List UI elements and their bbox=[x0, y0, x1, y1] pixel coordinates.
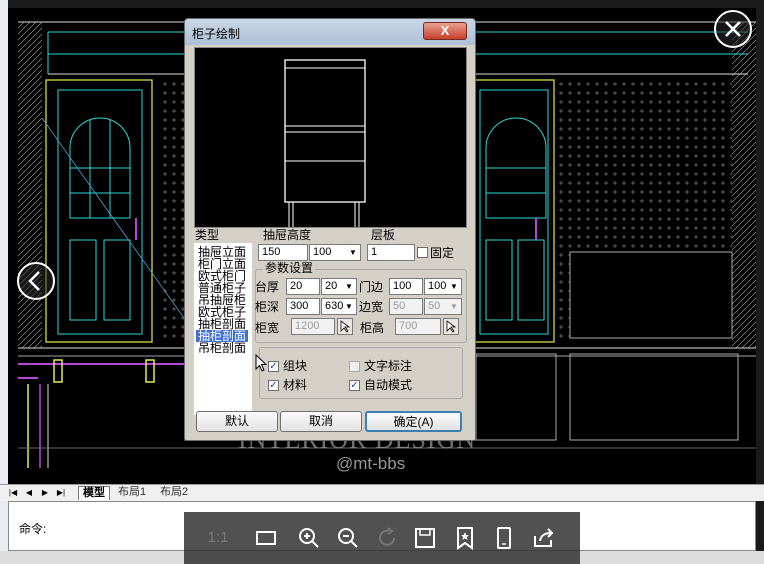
base-thickness-combo[interactable]: 20 ▼ bbox=[321, 278, 357, 295]
viewer-prev-button[interactable] bbox=[17, 262, 55, 300]
door-edge-input[interactable]: 100 bbox=[389, 278, 423, 295]
actual-size-button[interactable]: 1:1 bbox=[202, 526, 234, 550]
edge-width-input[interactable]: 50 bbox=[389, 298, 423, 315]
cabinet-height-input[interactable]: 700 bbox=[395, 318, 441, 335]
zoom-in-icon bbox=[299, 528, 319, 548]
bookmark-star-icon bbox=[457, 527, 473, 550]
zoom-out-icon bbox=[338, 528, 358, 548]
wall-hatch-right bbox=[732, 22, 756, 348]
list-item[interactable]: 吊柜剖面 bbox=[198, 342, 246, 354]
combo-value: 50 bbox=[428, 300, 441, 312]
edge-width-combo[interactable]: 50 ▼ bbox=[424, 298, 462, 315]
dialog-close-button[interactable]: X bbox=[423, 22, 467, 40]
type-label: 类型 bbox=[195, 228, 220, 242]
zoom-out-button[interactable] bbox=[336, 526, 360, 550]
cabinet-height-label: 柜高 bbox=[360, 321, 385, 335]
share-button[interactable] bbox=[532, 526, 556, 550]
material-checkbox[interactable]: ✓ bbox=[268, 380, 279, 391]
cabinet-depth-combo[interactable]: 630 ▼ bbox=[321, 298, 357, 315]
tab-layout1[interactable]: 布局1 bbox=[114, 486, 150, 499]
dialog-titlebar[interactable]: 柜子绘制 X bbox=[185, 19, 475, 45]
drawer-height-label: 抽屉高度 bbox=[263, 228, 312, 242]
save-button[interactable] bbox=[413, 526, 437, 550]
share-icon bbox=[534, 528, 554, 547]
rotate-button[interactable] bbox=[375, 526, 399, 550]
last-tab-icon[interactable]: ▶| bbox=[56, 487, 66, 498]
save-icon bbox=[415, 528, 435, 548]
fixed-checkbox[interactable] bbox=[417, 247, 428, 258]
cabinet-width-label: 柜宽 bbox=[255, 321, 280, 335]
first-tab-icon[interactable]: |◀ bbox=[8, 487, 18, 498]
viewer-close-button[interactable] bbox=[714, 10, 752, 48]
ok-button[interactable]: 确定(A) bbox=[365, 411, 462, 432]
phone-button[interactable] bbox=[492, 526, 516, 550]
combo-value: 630 bbox=[325, 300, 344, 312]
cabinet-preview-drawing bbox=[284, 59, 366, 227]
material-label: 材料 bbox=[283, 378, 308, 392]
host-window-edge bbox=[0, 0, 8, 564]
auto-mode-checkbox[interactable]: ✓ bbox=[349, 380, 360, 391]
cabinet-depth-input[interactable]: 300 bbox=[286, 298, 320, 315]
pick-point-button[interactable] bbox=[337, 318, 353, 335]
fit-screen-icon bbox=[256, 531, 276, 545]
combo-value: 100 bbox=[313, 246, 332, 258]
cabinet-width-input[interactable]: 1200 bbox=[291, 318, 335, 335]
cabinet-draw-dialog: 柜子绘制 X 类型 抽屉立面 柜门立面 欧式柜门 普通柜子 吊抽屉柜 欧式柜子 … bbox=[184, 18, 476, 441]
combo-value: 100 bbox=[428, 280, 447, 292]
fixed-label: 固定 bbox=[430, 246, 455, 260]
dialog-title: 柜子绘制 bbox=[192, 27, 241, 41]
chevron-left-icon bbox=[28, 271, 40, 291]
chevron-down-icon: ▼ bbox=[345, 302, 353, 311]
close-icon bbox=[725, 21, 741, 37]
drawer-height-input[interactable]: 150 bbox=[258, 244, 308, 261]
pick-height-button[interactable] bbox=[443, 318, 459, 335]
combo-value: 20 bbox=[325, 280, 338, 292]
zoom-in-button[interactable] bbox=[297, 526, 321, 550]
tab-model[interactable]: 模型 bbox=[78, 486, 110, 500]
rotate-icon bbox=[379, 527, 395, 546]
chevron-down-icon: ▼ bbox=[450, 282, 458, 291]
auto-mode-label: 自动模式 bbox=[364, 378, 413, 392]
type-list[interactable]: 抽屉立面 柜门立面 欧式柜门 普通柜子 吊抽屉柜 欧式柜子 抽柜剖面 抽柜剖面 … bbox=[194, 243, 252, 415]
shelf-label: 层板 bbox=[371, 228, 396, 242]
cabinet-preview bbox=[194, 47, 467, 228]
phone-icon bbox=[497, 527, 511, 549]
text-annotation-checkbox[interactable] bbox=[349, 361, 360, 372]
edge-width-label: 边宽 bbox=[359, 300, 384, 314]
cancel-button[interactable]: 取消 bbox=[280, 411, 362, 432]
close-icon: X bbox=[440, 23, 450, 38]
base-thickness-label: 台厚 bbox=[255, 280, 280, 294]
chevron-down-icon: ▼ bbox=[345, 282, 353, 291]
next-tab-icon[interactable]: ▶ bbox=[40, 487, 50, 498]
group-label: 组块 bbox=[283, 359, 308, 373]
base-thickness-input[interactable]: 20 bbox=[286, 278, 320, 295]
fit-window-button[interactable] bbox=[254, 526, 278, 550]
chevron-down-icon: ▼ bbox=[349, 248, 357, 257]
layout-tab-bar: |◀ ◀ ▶ ▶| 模型 布局1 布局2 bbox=[0, 484, 764, 501]
cursor-pick-icon bbox=[340, 320, 351, 333]
text-annotation-label: 文字标注 bbox=[364, 359, 413, 373]
door-frame-left bbox=[45, 79, 153, 343]
cabinet-depth-label: 柜深 bbox=[255, 300, 280, 314]
door-edge-label: 门边 bbox=[359, 280, 384, 294]
params-label: 参数设置 bbox=[263, 261, 316, 275]
prev-tab-icon[interactable]: ◀ bbox=[24, 487, 34, 498]
bookmark-button[interactable] bbox=[453, 526, 477, 550]
mouse-cursor-icon bbox=[255, 354, 268, 372]
default-button[interactable]: 默认 bbox=[196, 411, 278, 432]
tab-layout2[interactable]: 布局2 bbox=[156, 486, 192, 499]
group-checkbox[interactable]: ✓ bbox=[268, 361, 279, 372]
command-prompt: 命令: bbox=[19, 522, 47, 536]
shelf-input[interactable]: 1 bbox=[367, 244, 415, 261]
cursor-pick-icon bbox=[446, 320, 457, 333]
chevron-down-icon: ▼ bbox=[450, 302, 458, 311]
drawer-height-combo[interactable]: 100 ▼ bbox=[309, 244, 361, 261]
watermark-sub-text: @mt-bbs bbox=[336, 454, 406, 473]
viewer-toolbar: 1:1 bbox=[184, 512, 580, 564]
door-edge-combo[interactable]: 100 ▼ bbox=[424, 278, 462, 295]
